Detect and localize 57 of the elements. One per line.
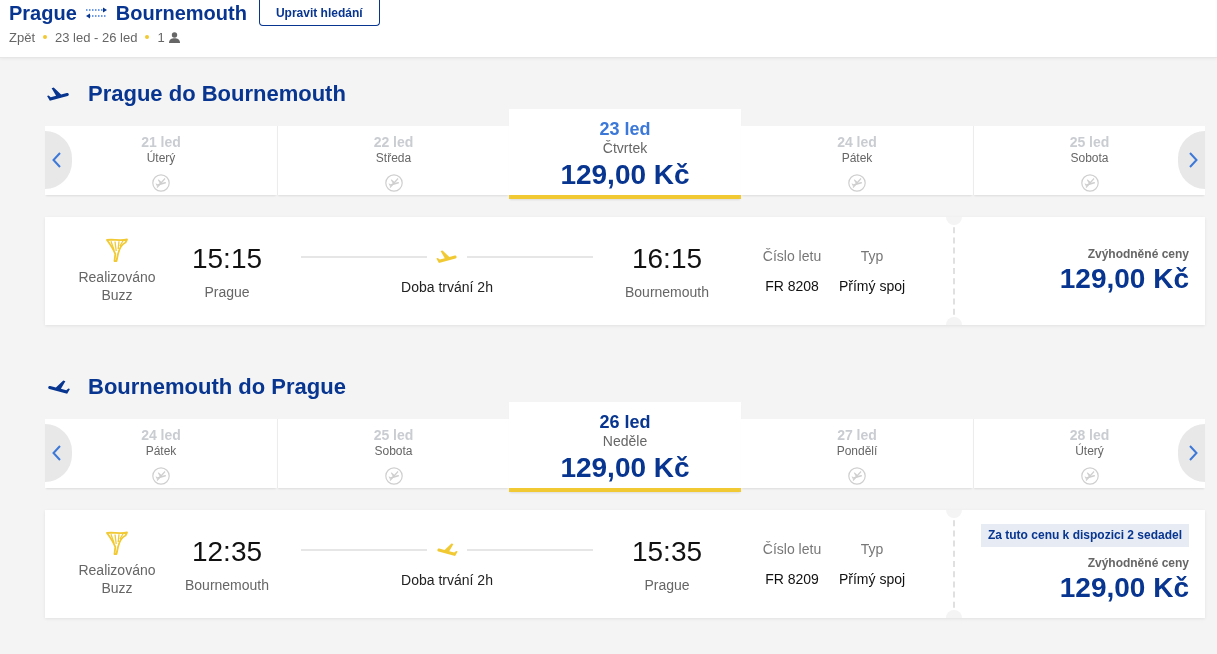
departure-time: 12:35 bbox=[191, 534, 263, 569]
flight-price: 129,00 Kč bbox=[1059, 262, 1189, 296]
no-flight-icon bbox=[1080, 467, 1099, 485]
arrival-city: Bournemouth bbox=[624, 282, 710, 301]
flight-number: FR 8208 bbox=[765, 277, 819, 295]
departure-city: Bournemouth bbox=[184, 575, 270, 594]
chevron-left-icon bbox=[52, 152, 61, 168]
route-origin: Prague bbox=[9, 1, 77, 25]
no-flight-icon bbox=[384, 467, 403, 485]
date-tab[interactable]: 26 led Neděle 129,00 Kč bbox=[509, 402, 741, 492]
flight-type-label: Typ bbox=[860, 247, 884, 265]
no-flight-icon bbox=[848, 467, 866, 485]
operator-label: Realizováno Buzz bbox=[77, 561, 157, 597]
departure-city: Prague bbox=[204, 282, 250, 301]
harp-icon bbox=[106, 238, 128, 262]
swap-arrows-icon bbox=[84, 7, 108, 19]
no-flight-icon bbox=[152, 467, 170, 485]
leg-heading: Prague do Bournemouth bbox=[88, 80, 346, 108]
operator-label: Realizováno Buzz bbox=[77, 268, 157, 304]
flight-number: FR 8209 bbox=[765, 570, 819, 588]
arrival-time: 15:35 bbox=[631, 534, 703, 569]
airplane-icon bbox=[435, 249, 459, 264]
separator-dot-icon bbox=[145, 35, 150, 39]
flight-type: Přímý spoj bbox=[838, 277, 906, 295]
seats-badge: Za tuto cenu k dispozici 2 sedadel bbox=[980, 523, 1189, 547]
chevron-right-icon bbox=[1189, 152, 1198, 168]
edit-search-button[interactable]: Upravit hledání bbox=[258, 0, 380, 26]
airplane-icon bbox=[435, 542, 459, 557]
chevron-right-icon bbox=[1189, 445, 1198, 461]
no-flight-icon bbox=[152, 174, 170, 192]
airplane-icon bbox=[47, 86, 70, 102]
back-link[interactable]: Zpět bbox=[9, 29, 35, 45]
flight-duration: Doba trvání 2h bbox=[401, 277, 493, 296]
airplane-icon bbox=[47, 379, 70, 395]
flight-type-label: Typ bbox=[860, 540, 884, 558]
travel-dates: 23 led - 26 led bbox=[55, 29, 138, 45]
flight-type: Přímý spoj bbox=[838, 570, 906, 588]
arrival-city: Prague bbox=[644, 575, 690, 594]
route-destination: Bournemouth bbox=[115, 1, 247, 25]
chevron-left-icon bbox=[52, 445, 61, 461]
no-flight-icon bbox=[384, 174, 403, 192]
price-label: Zvýhodněné ceny bbox=[1087, 246, 1189, 262]
passenger-count: 1 bbox=[157, 29, 165, 45]
departure-time: 15:15 bbox=[191, 241, 263, 276]
separator-dot-icon bbox=[43, 35, 47, 39]
flight-duration: Doba trvání 2h bbox=[401, 570, 493, 589]
harp-icon bbox=[106, 531, 128, 555]
person-icon bbox=[168, 31, 180, 43]
flight-price: 129,00 Kč bbox=[1059, 570, 1189, 605]
no-flight-icon bbox=[848, 174, 866, 192]
arrival-time: 16:15 bbox=[631, 241, 703, 276]
leg-heading: Bournemouth do Prague bbox=[88, 373, 346, 401]
no-flight-icon bbox=[1080, 174, 1099, 192]
date-tab[interactable]: 23 led Čtvrtek 129,00 Kč bbox=[509, 109, 741, 199]
price-label: Zvýhodněné ceny bbox=[1087, 554, 1189, 571]
flight-number-label: Číslo letu bbox=[762, 540, 822, 558]
flight-number-label: Číslo letu bbox=[762, 247, 822, 265]
